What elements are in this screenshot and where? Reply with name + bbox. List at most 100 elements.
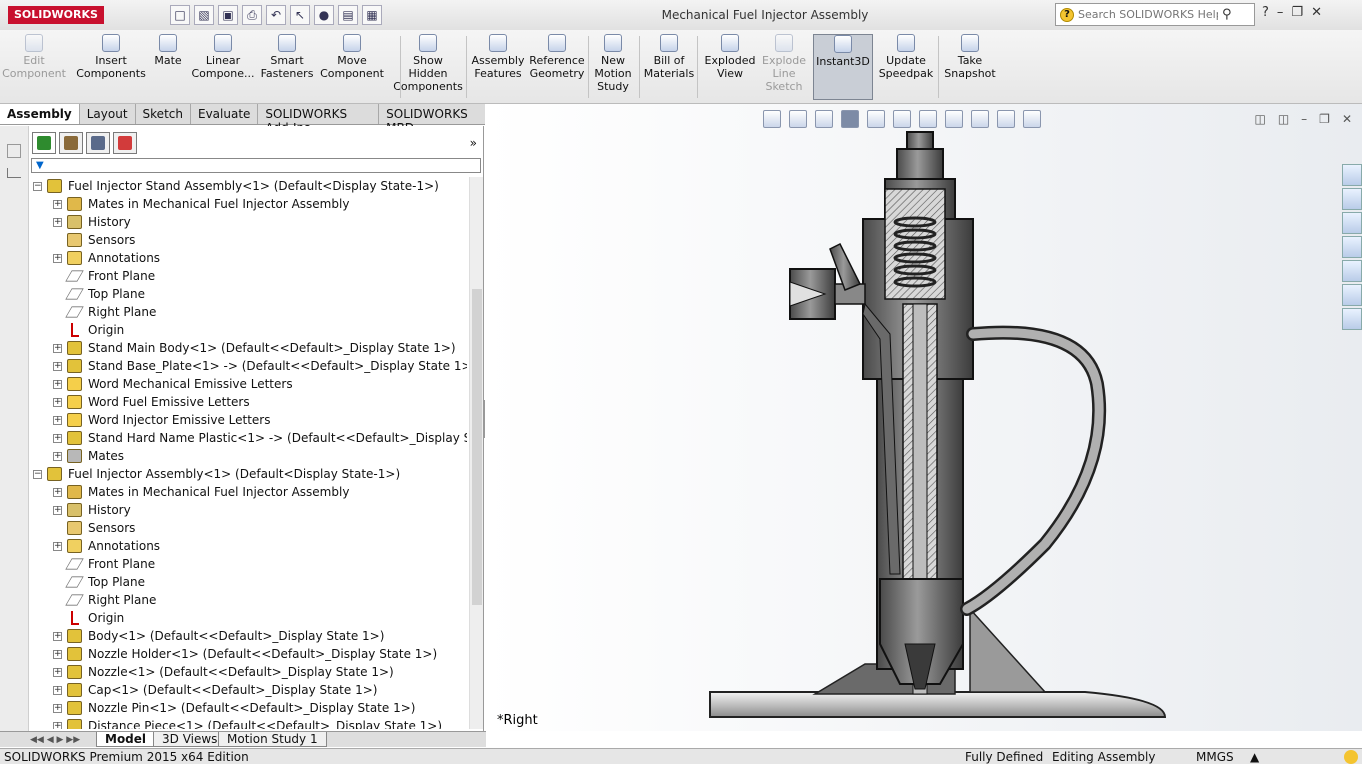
- tree-item[interactable]: + Annotations: [29, 537, 467, 555]
- bill-of-materials-button[interactable]: Bill of Materials: [643, 34, 695, 100]
- tree-item[interactable]: Right Plane: [29, 591, 467, 609]
- move-component-button[interactable]: Move Component: [318, 34, 386, 100]
- expand-icon[interactable]: +: [53, 434, 62, 443]
- tree-item[interactable]: + Mates: [29, 447, 467, 465]
- minimize-icon[interactable]: –: [1277, 5, 1284, 20]
- undo-icon[interactable]: ↶: [266, 5, 286, 25]
- tree-item[interactable]: Front Plane: [29, 267, 467, 285]
- rebuild-status-icon[interactable]: [1344, 750, 1358, 764]
- tree-item[interactable]: + Distance Piece<1> (Default<<Default>_Di…: [29, 717, 467, 729]
- tab-solidworks-mbd[interactable]: SOLIDWORKS MBD: [379, 104, 486, 135]
- bottom-tab-motion-study-1[interactable]: Motion Study 1: [218, 732, 327, 747]
- select-icon[interactable]: ↖: [290, 5, 310, 25]
- tree-item[interactable]: + Nozzle<1> (Default<<Default>_Display St…: [29, 663, 467, 681]
- expand-icon[interactable]: +: [53, 218, 62, 227]
- insert-components-button[interactable]: Insert Components: [76, 34, 146, 100]
- tree-item[interactable]: + Word Fuel Emissive Letters: [29, 393, 467, 411]
- tree-item[interactable]: + History: [29, 213, 467, 231]
- instant3d-button[interactable]: Instant3D: [813, 34, 873, 100]
- search-icon[interactable]: ⚲: [1222, 7, 1232, 22]
- tree-scrollbar[interactable]: [469, 177, 483, 729]
- rebuild-icon[interactable]: ●: [314, 5, 334, 25]
- file-properties-icon[interactable]: ▤: [338, 5, 358, 25]
- expand-icon[interactable]: +: [53, 650, 62, 659]
- tree-item[interactable]: + Mates in Mechanical Fuel Injector Assem…: [29, 195, 467, 213]
- expand-icon[interactable]: +: [53, 344, 62, 353]
- take-snapshot-button[interactable]: Take Snapshot: [942, 34, 998, 100]
- open-icon[interactable]: ▧: [194, 5, 214, 25]
- tree-item[interactable]: + Stand Main Body<1> (Default<<Default>_D…: [29, 339, 467, 357]
- scroll-tabs-icon[interactable]: ◀◀ ◀ ▶ ▶▶: [30, 735, 80, 745]
- expand-icon[interactable]: +: [53, 506, 62, 515]
- expand-icon[interactable]: +: [53, 452, 62, 461]
- tree-item[interactable]: − Fuel Injector Stand Assembly<1> (Defaul…: [29, 177, 467, 195]
- help-menu-icon[interactable]: ?: [1262, 5, 1269, 20]
- expand-icon[interactable]: +: [53, 416, 62, 425]
- tab-assembly[interactable]: Assembly: [0, 104, 80, 124]
- expand-icon[interactable]: +: [53, 542, 62, 551]
- tree-item[interactable]: + Stand Base_Plate<1> -> (Default<<Defaul…: [29, 357, 467, 375]
- tree-item[interactable]: + Annotations: [29, 249, 467, 267]
- options-icon[interactable]: ▦: [362, 5, 382, 25]
- graphics-viewport[interactable]: ◫ ◫ – ❐ ✕ *Right: [485, 104, 1362, 731]
- solidworks-logo[interactable]: SOLIDWORKS: [8, 6, 104, 24]
- tab-solidworks-add-ins[interactable]: SOLIDWORKS Add-Ins: [258, 104, 380, 135]
- tree-item[interactable]: + Body<1> (Default<<Default>_Display Stat…: [29, 627, 467, 645]
- expand-icon[interactable]: +: [53, 254, 62, 263]
- tree-filter-field[interactable]: ▼: [31, 158, 481, 173]
- expand-icon[interactable]: +: [53, 722, 62, 729]
- collapse-icon[interactable]: −: [33, 470, 42, 479]
- tree-item[interactable]: + Nozzle Pin<1> (Default<<Default>_Displa…: [29, 699, 467, 717]
- appearance-tab[interactable]: [113, 132, 137, 154]
- bottom-tab-3d-views[interactable]: 3D Views: [153, 732, 227, 747]
- tree-item[interactable]: + History: [29, 501, 467, 519]
- new-icon[interactable]: □: [170, 5, 190, 25]
- expand-icon[interactable]: +: [53, 632, 62, 641]
- smart-fasteners-button[interactable]: Smart Fasteners: [260, 34, 314, 100]
- expand-icon[interactable]: +: [53, 380, 62, 389]
- tree-item[interactable]: + Nozzle Holder<1> (Default<<Default>_Dis…: [29, 645, 467, 663]
- expand-panel-icon[interactable]: »: [470, 136, 477, 150]
- bottom-tab-model[interactable]: Model: [96, 732, 156, 747]
- expand-icon[interactable]: +: [53, 686, 62, 695]
- update-speedpak-button[interactable]: Update Speedpak: [877, 34, 935, 100]
- tree-item[interactable]: Right Plane: [29, 303, 467, 321]
- tree-item[interactable]: + Stand Hard Name Plastic<1> -> (Default<…: [29, 429, 467, 447]
- tree-item[interactable]: + Cap<1> (Default<<Default>_Display State…: [29, 681, 467, 699]
- expand-icon[interactable]: +: [53, 704, 62, 713]
- tree-item[interactable]: + Word Injector Emissive Letters: [29, 411, 467, 429]
- tree-item[interactable]: + Mates in Mechanical Fuel Injector Assem…: [29, 483, 467, 501]
- expand-icon[interactable]: +: [53, 200, 62, 209]
- tree-item[interactable]: Top Plane: [29, 573, 467, 591]
- print-icon[interactable]: ⎙: [242, 5, 262, 25]
- tree-item[interactable]: Top Plane: [29, 285, 467, 303]
- property-manager-tab[interactable]: [59, 132, 83, 154]
- explode-line-sketch-button[interactable]: Explode Line Sketch: [758, 34, 810, 100]
- restore-icon[interactable]: ❐: [1291, 5, 1303, 20]
- configuration-manager-tab[interactable]: [86, 132, 110, 154]
- tree-item[interactable]: − Fuel Injector Assembly<1> (Default<Disp…: [29, 465, 467, 483]
- tab-layout[interactable]: Layout: [80, 104, 136, 124]
- scrollbar-thumb[interactable]: [472, 289, 482, 605]
- dimension-icon[interactable]: [7, 168, 21, 178]
- exploded-view-button[interactable]: Exploded View: [702, 34, 758, 100]
- assembly-features-button[interactable]: Assembly Features: [471, 34, 525, 100]
- tab-evaluate[interactable]: Evaluate: [191, 104, 259, 124]
- expand-icon[interactable]: +: [53, 362, 62, 371]
- help-search-box[interactable]: ? ⚲: [1055, 3, 1255, 26]
- edit-component-button[interactable]: Edit Component: [2, 34, 66, 100]
- pin-icon[interactable]: [7, 144, 21, 158]
- collapse-icon[interactable]: −: [33, 182, 42, 191]
- status-units[interactable]: MMGS: [1196, 749, 1234, 765]
- tab-sketch[interactable]: Sketch: [136, 104, 191, 124]
- expand-icon[interactable]: +: [53, 398, 62, 407]
- expand-icon[interactable]: +: [53, 668, 62, 677]
- mate-button[interactable]: Mate: [150, 34, 186, 100]
- fuel-injector-model[interactable]: [485, 104, 1362, 731]
- tree-item[interactable]: Front Plane: [29, 555, 467, 573]
- tree-item[interactable]: Sensors: [29, 519, 467, 537]
- new-motion-study-button[interactable]: New Motion Study: [591, 34, 635, 100]
- search-input[interactable]: [1078, 8, 1218, 21]
- save-icon[interactable]: ▣: [218, 5, 238, 25]
- expand-icon[interactable]: +: [53, 488, 62, 497]
